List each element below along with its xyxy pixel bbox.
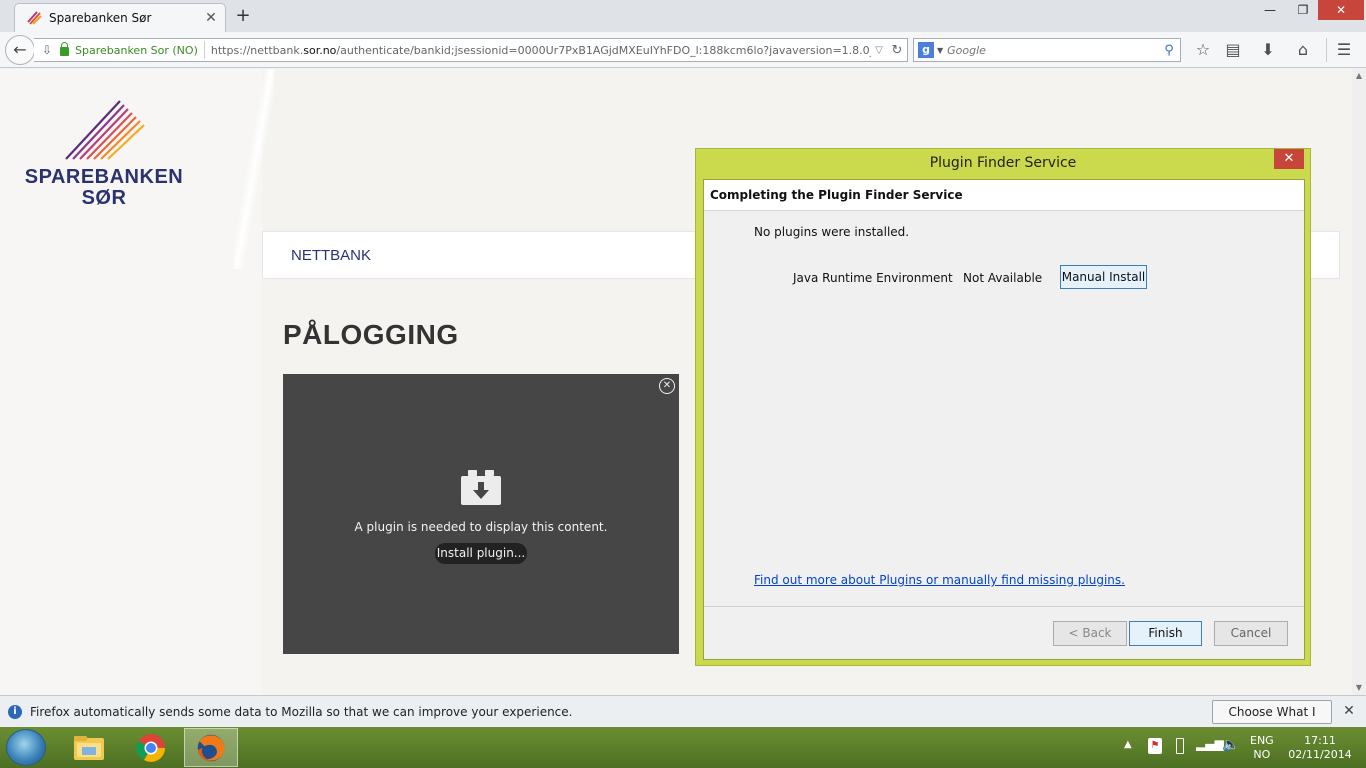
window-minimize-button[interactable]: —: [1252, 0, 1288, 20]
url-prefix: https://nettbank.: [210, 43, 304, 57]
lang-bottom: NO: [1253, 748, 1271, 761]
sparebanken-favicon-icon: [27, 11, 42, 25]
install-status-text: No plugins were installed.: [754, 225, 910, 239]
taskbar-firefox[interactable]: [184, 728, 238, 767]
back-arrow-icon[interactable]: ←: [5, 35, 35, 65]
brand-logo-text[interactable]: SPAREBANKEN SØR: [22, 167, 186, 209]
reload-icon[interactable]: ↻: [887, 43, 907, 58]
url-path: /authenticate/bankid;jsessionid=0000Ur7P…: [336, 43, 871, 57]
tray-show-hidden-icon[interactable]: ▲: [1124, 739, 1132, 750]
dialog-header-text: Completing the Plugin Finder Service: [710, 188, 963, 202]
plugin-lego-icon: [461, 470, 501, 505]
window-close-button[interactable]: ✕: [1318, 0, 1364, 20]
logo-line-1: SPAREBANKEN: [24, 166, 184, 188]
chrome-icon: [136, 734, 165, 762]
reading-list-icon[interactable]: ▤: [1222, 40, 1244, 60]
scroll-down-arrow-icon[interactable]: ▼: [1352, 681, 1366, 695]
system-clock[interactable]: 17:11 02/11/2014: [1288, 734, 1352, 762]
find-plugins-link[interactable]: Find out more about Plugins or manually …: [754, 573, 1125, 587]
tab-title: Sparebanken Sør: [49, 11, 152, 25]
start-orb-icon[interactable]: [6, 729, 46, 766]
page-download-icon[interactable]: ⇩: [34, 43, 60, 57]
nav-item-nettbank[interactable]: NETTBANK: [291, 247, 371, 264]
plugin-needed-message: A plugin is needed to display this conte…: [354, 520, 608, 534]
clock-time: 17:11: [1304, 734, 1336, 747]
file-explorer-icon: [74, 736, 104, 760]
dialog-header: Completing the Plugin Finder Service: [704, 180, 1304, 211]
dialog-close-button[interactable]: ✕: [1274, 149, 1304, 169]
taskbar-file-explorer[interactable]: [62, 728, 116, 767]
dialog-title: Plugin Finder Service: [929, 155, 1077, 171]
site-identity-label: Sparebanken Sor (NO): [75, 43, 198, 57]
url-history-dropdown-icon[interactable]: ▽: [871, 45, 887, 56]
search-bar[interactable]: g ▼ ⚲: [913, 38, 1181, 62]
tab-sparebanken[interactable]: Sparebanken Sør ✕: [14, 3, 226, 32]
choose-what-i-share-button[interactable]: Choose What I Share: [1212, 700, 1332, 741]
notification-close-icon[interactable]: ✕: [1341, 703, 1357, 719]
url-domain: sor.no: [303, 43, 337, 57]
lang-top: ENG: [1250, 734, 1274, 747]
action-center-flag-icon[interactable]: ⚑: [1148, 738, 1162, 754]
search-input[interactable]: [947, 43, 1158, 57]
engine-dropdown-icon[interactable]: ▼: [937, 46, 943, 55]
taskbar-chrome[interactable]: [124, 728, 178, 767]
menu-hamburger-icon[interactable]: ☰: [1333, 40, 1355, 60]
url-bar[interactable]: ⇩ Sparebanken Sor (NO) https://nettbank.…: [34, 38, 908, 62]
volume-speaker-icon[interactable]: 🔈: [1222, 737, 1239, 753]
plugin-finder-dialog[interactable]: Plugin Finder Service ✕ Completing the P…: [695, 148, 1311, 666]
brand-panel: [0, 69, 262, 695]
logo-line-2: SØR: [81, 187, 127, 209]
dialog-separator: [704, 606, 1304, 607]
downloads-arrow-icon[interactable]: ⬇: [1257, 40, 1279, 60]
firefox-icon: [197, 734, 225, 762]
padlock-icon: [60, 41, 69, 56]
finish-button[interactable]: Finish: [1129, 621, 1202, 646]
new-tab-plus-icon[interactable]: +: [232, 5, 254, 27]
url-text[interactable]: https://nettbank.sor.no/authenticate/ban…: [205, 44, 871, 57]
page-title: PÅLOGGING: [283, 319, 459, 350]
dialog-body: Completing the Plugin Finder Service No …: [703, 179, 1305, 660]
windows-taskbar: ▲ ⚑ ▂▄▆ 🔈 ENG NO 17:11 02/11/2014: [0, 727, 1366, 768]
clock-date: 02/11/2014: [1288, 748, 1352, 761]
network-signal-icon[interactable]: ▂▄▆: [1196, 737, 1224, 751]
search-magnifier-icon[interactable]: ⚲: [1158, 43, 1180, 58]
missing-plugin-placeholder[interactable]: ✕ A plugin is needed to display this con…: [283, 374, 679, 654]
input-language-indicator[interactable]: ENG NO: [1250, 734, 1274, 762]
close-plugin-notice-icon[interactable]: ✕: [659, 378, 675, 394]
install-plugin-button[interactable]: Install plugin...: [435, 543, 527, 564]
window-restore-button[interactable]: ❐: [1288, 0, 1318, 20]
battery-icon[interactable]: [1176, 738, 1184, 754]
home-icon[interactable]: ⌂: [1292, 40, 1314, 60]
site-identity-button[interactable]: Sparebanken Sor (NO): [60, 41, 205, 59]
cancel-button[interactable]: Cancel: [1214, 621, 1288, 646]
plugin-name: Java Runtime Environment: [793, 271, 953, 285]
navigation-toolbar: ← ⇩ Sparebanken Sor (NO) https://nettban…: [0, 32, 1366, 68]
bookmark-star-icon[interactable]: ☆: [1192, 40, 1214, 60]
scroll-up-arrow-icon[interactable]: ▲: [1352, 69, 1366, 83]
plugin-status: Not Available: [963, 271, 1043, 285]
google-engine-icon[interactable]: g: [918, 42, 934, 58]
back-button[interactable]: < Back: [1053, 621, 1127, 646]
tab-close-icon[interactable]: ✕: [201, 10, 221, 26]
toolbar-separator: [1326, 38, 1327, 62]
notification-text: Firefox automatically sends some data to…: [30, 705, 573, 719]
tab-strip: Sparebanken Sør ✕ + — ❐ ✕: [0, 0, 1366, 32]
sparebanken-logo-icon[interactable]: [62, 97, 146, 161]
page-scrollbar[interactable]: ▲ ▼: [1352, 69, 1366, 695]
info-icon: i: [8, 705, 22, 719]
data-reporting-notification: i Firefox automatically sends some data …: [0, 695, 1366, 741]
manual-install-button[interactable]: Manual Install: [1060, 265, 1147, 289]
